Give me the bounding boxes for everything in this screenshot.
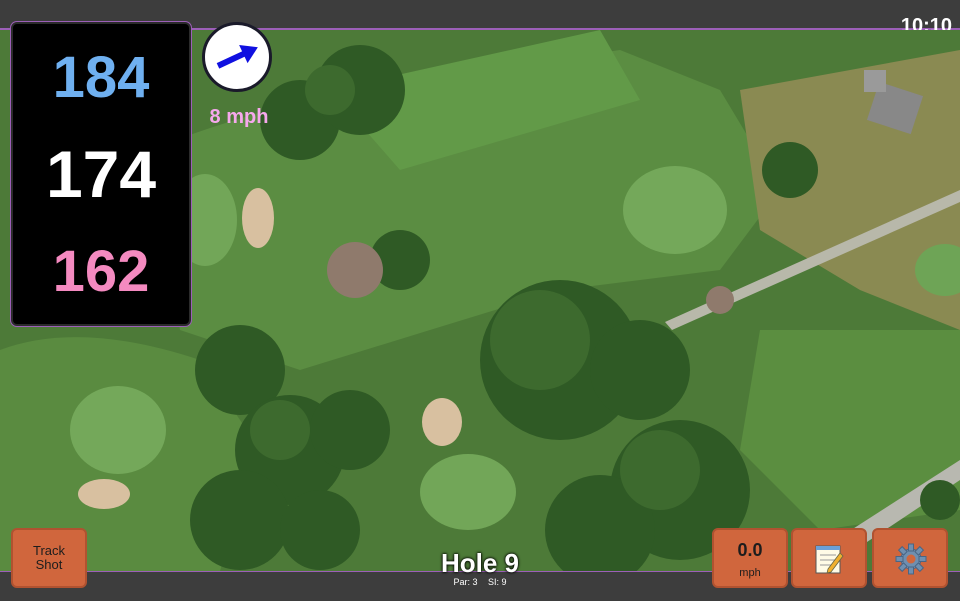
front-distance: 162 xyxy=(52,239,150,304)
notepad-icon xyxy=(815,545,844,574)
wind-direction-arrow-icon xyxy=(216,44,258,69)
par-label: Par: 3 xyxy=(453,577,478,587)
hole-info: Par: 3 SI: 9 xyxy=(380,577,580,587)
speed-button[interactable]: 0.0 mph xyxy=(712,528,788,588)
track-shot-label-line2: Shot xyxy=(35,557,63,572)
speed-value: 0.0 xyxy=(737,540,763,560)
notes-button[interactable] xyxy=(791,528,867,588)
middle-distance: 174 xyxy=(45,137,157,211)
back-distance: 184 xyxy=(52,45,150,110)
gear-icon xyxy=(895,543,927,575)
speed-unit: mph xyxy=(739,567,761,579)
wind-speed-label: 8 mph xyxy=(209,106,269,128)
settings-button[interactable] xyxy=(872,528,948,588)
track-shot-button[interactable]: Track Shot xyxy=(11,528,87,588)
hole-title: Hole 9 xyxy=(440,548,520,578)
track-shot-label-line1: Track xyxy=(32,543,66,558)
wind-indicator xyxy=(202,22,272,92)
distance-panel: 184 174 162 xyxy=(11,22,191,326)
stroke-index-label: SI: 9 xyxy=(488,577,507,587)
